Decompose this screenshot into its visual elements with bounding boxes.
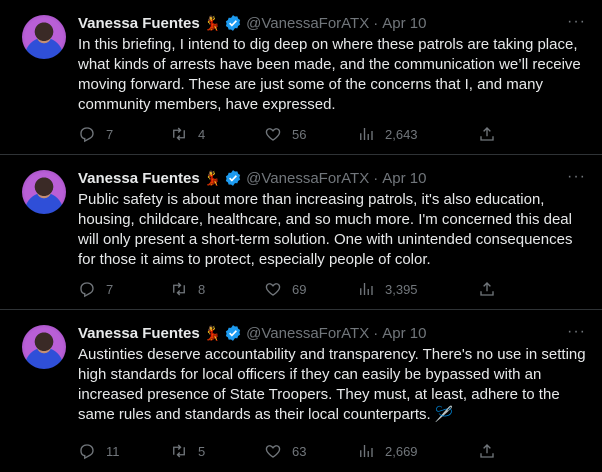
share-icon <box>480 127 494 141</box>
tweet-text: In this briefing, I intend to dig deep o… <box>78 36 581 113</box>
tweet-feed: Vanessa Fuentes 💃 @VanessaForATX · Apr 1… <box>0 0 602 472</box>
verified-badge-icon <box>226 15 241 31</box>
like-button[interactable]: 63 <box>264 442 306 460</box>
view-count: 2,669 <box>385 443 418 459</box>
reply-count: 11 <box>106 443 120 459</box>
reply-count: 7 <box>106 281 114 297</box>
tweet-actions: 11 5 63 2,669 <box>78 441 586 461</box>
retweet-count: 5 <box>198 443 206 459</box>
reply-button[interactable]: 7 <box>78 280 113 298</box>
reply-count: 7 <box>106 126 114 142</box>
retweet-icon <box>173 282 185 296</box>
dancer-emoji: 💃 <box>203 14 222 31</box>
share-button[interactable] <box>478 125 496 143</box>
dancer-emoji: 💃 <box>203 169 222 186</box>
views-icon <box>360 445 373 457</box>
tweet[interactable]: Vanessa Fuentes 💃 @VanessaForATX · Apr 1… <box>0 310 602 472</box>
tweet-date[interactable]: Apr 10 <box>382 325 426 342</box>
verified-badge-icon <box>226 325 241 341</box>
retweet-count: 4 <box>198 126 206 142</box>
dancer-emoji: 💃 <box>203 324 222 341</box>
author-name[interactable]: Vanessa Fuentes <box>78 170 200 187</box>
share-button[interactable] <box>478 280 496 298</box>
tweet-actions: 7 8 69 3,395 <box>78 279 586 299</box>
retweet-count: 8 <box>198 281 206 297</box>
tweet-header: Vanessa Fuentes 💃 @VanessaForATX · Apr 1… <box>78 323 586 343</box>
tweet-date[interactable]: Apr 10 <box>382 15 426 32</box>
views-button[interactable]: 2,669 <box>357 442 418 460</box>
share-icon <box>480 282 494 296</box>
separator-dot: · <box>373 324 379 342</box>
more-icon[interactable]: ··· <box>567 13 586 31</box>
retweet-icon <box>173 127 185 141</box>
share-button[interactable] <box>478 442 496 460</box>
like-icon <box>265 283 281 296</box>
views-icon <box>360 128 373 140</box>
reply-icon <box>80 282 94 298</box>
tweet-body: Vanessa Fuentes 💃 @VanessaForATX · Apr 1… <box>78 323 586 425</box>
like-icon <box>265 128 281 141</box>
view-count: 3,395 <box>385 281 418 297</box>
avatar[interactable] <box>22 325 66 369</box>
tweet-text: Austinties deserve accountability and tr… <box>78 346 586 423</box>
author-handle[interactable]: @VanessaForATX <box>246 170 369 187</box>
views-button[interactable]: 2,643 <box>357 125 418 143</box>
tweet[interactable]: Vanessa Fuentes 💃 @VanessaForATX · Apr 1… <box>0 0 602 155</box>
tweet-actions: 7 4 56 2,643 <box>78 124 586 144</box>
reply-button[interactable]: 7 <box>78 125 113 143</box>
avatar[interactable] <box>22 170 66 214</box>
author-handle[interactable]: @VanessaForATX <box>246 325 369 342</box>
author-name[interactable]: Vanessa Fuentes <box>78 15 200 32</box>
more-icon[interactable]: ··· <box>567 323 586 341</box>
avatar[interactable] <box>22 15 66 59</box>
like-count: 69 <box>292 281 307 297</box>
separator-dot: · <box>373 169 379 187</box>
more-icon[interactable]: ··· <box>567 168 586 186</box>
retweet-button[interactable]: 8 <box>170 280 205 298</box>
author-handle[interactable]: @VanessaForATX <box>246 15 369 32</box>
like-icon <box>265 445 281 458</box>
reply-icon <box>80 444 94 460</box>
views-icon <box>360 283 373 295</box>
tweet-text: Public safety is about more than increas… <box>78 191 573 268</box>
retweet-icon <box>173 444 185 458</box>
reply-icon <box>80 127 94 143</box>
like-count: 56 <box>292 126 307 142</box>
views-button[interactable]: 3,395 <box>357 280 418 298</box>
tweet-header: Vanessa Fuentes 💃 @VanessaForATX · Apr 1… <box>78 168 586 188</box>
tweet-body: Vanessa Fuentes 💃 @VanessaForATX · Apr 1… <box>78 13 586 115</box>
share-icon <box>480 444 494 458</box>
verified-badge-icon <box>226 170 241 186</box>
tweet-header: Vanessa Fuentes 💃 @VanessaForATX · Apr 1… <box>78 13 586 33</box>
like-count: 63 <box>292 443 307 459</box>
reply-button[interactable]: 11 <box>78 442 120 460</box>
view-count: 2,643 <box>385 126 418 142</box>
separator-dot: · <box>373 14 379 32</box>
tweet-body: Vanessa Fuentes 💃 @VanessaForATX · Apr 1… <box>78 168 586 270</box>
like-button[interactable]: 56 <box>264 125 306 143</box>
author-name[interactable]: Vanessa Fuentes <box>78 325 200 342</box>
tweet-date[interactable]: Apr 10 <box>382 170 426 187</box>
tweet[interactable]: Vanessa Fuentes 💃 @VanessaForATX · Apr 1… <box>0 155 602 310</box>
like-button[interactable]: 69 <box>264 280 306 298</box>
retweet-button[interactable]: 5 <box>170 442 205 460</box>
retweet-button[interactable]: 4 <box>170 125 205 143</box>
